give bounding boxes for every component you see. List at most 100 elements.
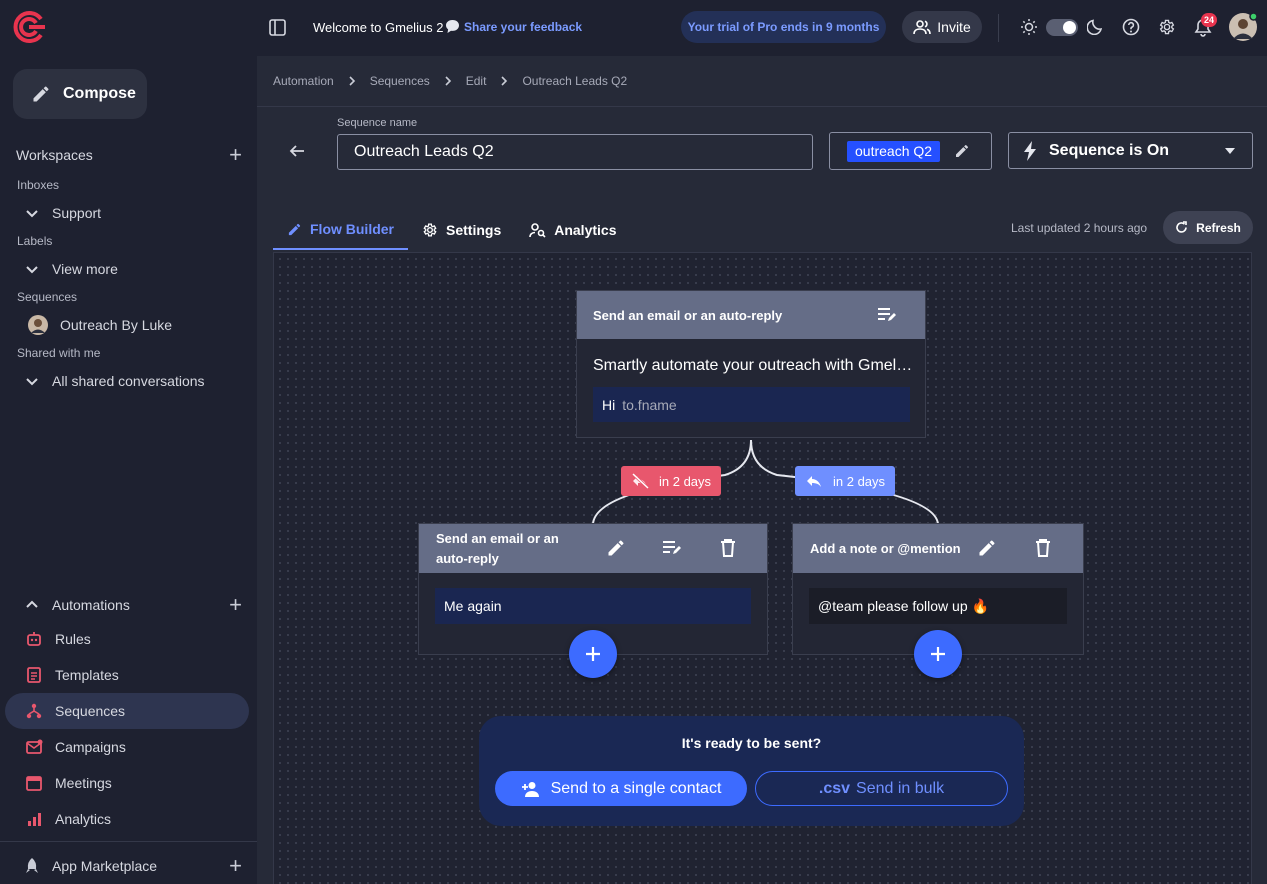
invite-button[interactable]: Invite bbox=[902, 11, 982, 43]
send-bulk-label: Send in bulk bbox=[856, 779, 945, 797]
templates-label: Templates bbox=[55, 667, 119, 683]
sidebar-item-outreach[interactable]: Outreach By Luke bbox=[28, 315, 172, 335]
refresh-button[interactable]: Refresh bbox=[1163, 211, 1253, 244]
labels-label: Labels bbox=[17, 234, 53, 248]
edit-content-icon[interactable] bbox=[877, 307, 897, 323]
chevron-down-icon bbox=[24, 373, 40, 389]
trial-badge[interactable]: Your trial of Pro ends in 9 months bbox=[681, 11, 886, 43]
meetings-label: Meetings bbox=[55, 775, 112, 791]
theme-toggle[interactable] bbox=[1046, 19, 1078, 36]
automations-toggle[interactable]: Automations bbox=[24, 597, 130, 613]
person-search-icon bbox=[529, 222, 546, 238]
sidebar-item-analytics[interactable]: Analytics bbox=[5, 801, 249, 837]
template-icon bbox=[25, 666, 43, 684]
right-step-header: Add a note or @mention bbox=[793, 524, 1083, 573]
edit-icon[interactable] bbox=[977, 538, 997, 558]
breadcrumb-current: Outreach Leads Q2 bbox=[522, 74, 628, 88]
tab-settings[interactable]: Settings bbox=[408, 210, 515, 250]
gmelius-logo[interactable] bbox=[12, 10, 46, 44]
moon-icon[interactable] bbox=[1087, 18, 1104, 35]
automations-label: Automations bbox=[52, 597, 130, 613]
sidebar-toggle-icon[interactable] bbox=[269, 19, 286, 36]
reply-icon bbox=[805, 473, 823, 489]
right-step-body[interactable]: @team please follow up 🔥 bbox=[809, 588, 1067, 624]
refresh-label: Refresh bbox=[1196, 220, 1241, 235]
pencil-icon bbox=[31, 84, 51, 104]
notification-badge: 24 bbox=[1201, 13, 1218, 27]
sequence-status-select[interactable]: Sequence is On bbox=[1008, 132, 1253, 169]
add-automation-icon[interactable]: + bbox=[229, 594, 242, 616]
workspaces-label: Workspaces bbox=[16, 147, 93, 163]
back-arrow-icon[interactable] bbox=[289, 143, 305, 159]
caret-down-icon bbox=[1224, 147, 1236, 155]
reply-delay-label: in 2 days bbox=[833, 473, 886, 489]
plus-icon bbox=[585, 646, 601, 662]
sequences-label: Sequences bbox=[55, 703, 126, 719]
sidebar-item-support[interactable]: Support bbox=[24, 205, 101, 221]
calendar-icon bbox=[25, 774, 43, 792]
no-reply-delay-label: in 2 days bbox=[659, 473, 712, 489]
sidebar-item-sequences[interactable]: Sequences bbox=[5, 693, 249, 729]
breadcrumb-automation[interactable]: Automation bbox=[273, 74, 334, 88]
sidebar-item-marketplace[interactable]: App Marketplace + bbox=[24, 855, 242, 877]
send-single-contact-button[interactable]: Send to a single contact bbox=[495, 771, 747, 806]
automations-header[interactable]: Automations + bbox=[24, 594, 242, 616]
trash-icon[interactable] bbox=[1035, 538, 1051, 557]
analytics-icon bbox=[25, 810, 43, 828]
trash-icon[interactable] bbox=[720, 538, 736, 557]
add-step-left-button[interactable] bbox=[569, 630, 617, 678]
add-workspace-icon[interactable]: + bbox=[229, 144, 242, 166]
chat-bubble-icon bbox=[445, 19, 460, 34]
send-bulk-button[interactable]: .csv Send in bulk bbox=[755, 771, 1008, 806]
add-step-right-button[interactable] bbox=[914, 630, 962, 678]
marketplace-label: App Marketplace bbox=[52, 858, 158, 874]
chevron-right-icon bbox=[348, 76, 356, 86]
feedback-label: Share your feedback bbox=[464, 19, 583, 34]
help-icon[interactable] bbox=[1122, 18, 1140, 36]
user-avatar[interactable] bbox=[1229, 13, 1257, 41]
no-reply-delay-chip[interactable]: in 2 days bbox=[621, 466, 722, 496]
gear-icon[interactable] bbox=[1158, 18, 1176, 36]
edit-tag-icon[interactable] bbox=[954, 143, 970, 159]
sidebar-item-all-shared[interactable]: All shared conversations bbox=[24, 373, 205, 389]
ready-title: It's ready to be sent? bbox=[681, 735, 822, 751]
breadcrumb-edit[interactable]: Edit bbox=[466, 74, 487, 88]
robot-icon bbox=[25, 630, 43, 648]
greeting-variable: to.fname bbox=[622, 396, 677, 413]
compose-button[interactable]: Compose bbox=[13, 69, 147, 119]
tab-analytics-label: Analytics bbox=[554, 222, 617, 238]
left-step-title: Send an email or an auto-reply bbox=[436, 530, 559, 566]
rocket-icon bbox=[24, 857, 40, 875]
breadcrumb: Automation Sequences Edit Outreach Leads… bbox=[273, 74, 627, 88]
sequence-status-label: Sequence is On bbox=[1049, 141, 1170, 159]
sidebar-item-templates[interactable]: Templates bbox=[5, 657, 249, 693]
breadcrumb-sequences[interactable]: Sequences bbox=[370, 74, 430, 88]
welcome-text: Welcome to Gmelius 2 bbox=[313, 20, 444, 35]
edit-content-icon[interactable] bbox=[662, 540, 682, 556]
support-label: Support bbox=[52, 205, 102, 221]
feedback-link[interactable]: Share your feedback bbox=[445, 19, 582, 34]
root-greeting-field[interactable]: Hi to.fname bbox=[593, 387, 910, 422]
refresh-icon bbox=[1175, 221, 1188, 234]
sequence-tag-field[interactable]: outreach Q2 bbox=[829, 132, 992, 170]
root-step-card[interactable]: Send an email or an auto-reply Smartly a… bbox=[576, 290, 926, 438]
campaigns-label: Campaigns bbox=[55, 739, 126, 755]
invite-label: Invite bbox=[937, 19, 971, 35]
sidebar: Compose Workspaces + Inboxes Support Lab… bbox=[0, 0, 257, 884]
lightning-icon bbox=[1023, 140, 1037, 161]
edit-icon[interactable] bbox=[606, 538, 626, 558]
chevron-down-icon bbox=[24, 205, 40, 221]
sidebar-item-meetings[interactable]: Meetings bbox=[5, 765, 249, 801]
sidebar-item-view-more[interactable]: View more bbox=[24, 261, 118, 277]
sequence-name-input[interactable]: Outreach Leads Q2 bbox=[337, 134, 813, 170]
avatar bbox=[28, 315, 48, 335]
sidebar-item-campaigns[interactable]: Campaigns bbox=[5, 729, 249, 765]
add-app-icon[interactable]: + bbox=[229, 855, 242, 877]
reply-delay-chip[interactable]: in 2 days bbox=[795, 466, 896, 496]
sequence-name-label: Sequence name bbox=[337, 117, 418, 129]
tab-analytics[interactable]: Analytics bbox=[515, 210, 630, 250]
sidebar-item-rules[interactable]: Rules bbox=[5, 621, 249, 657]
tab-flow-builder[interactable]: Flow Builder bbox=[273, 210, 408, 250]
sun-icon[interactable] bbox=[1020, 18, 1038, 36]
left-step-body[interactable]: Me again bbox=[435, 588, 751, 624]
